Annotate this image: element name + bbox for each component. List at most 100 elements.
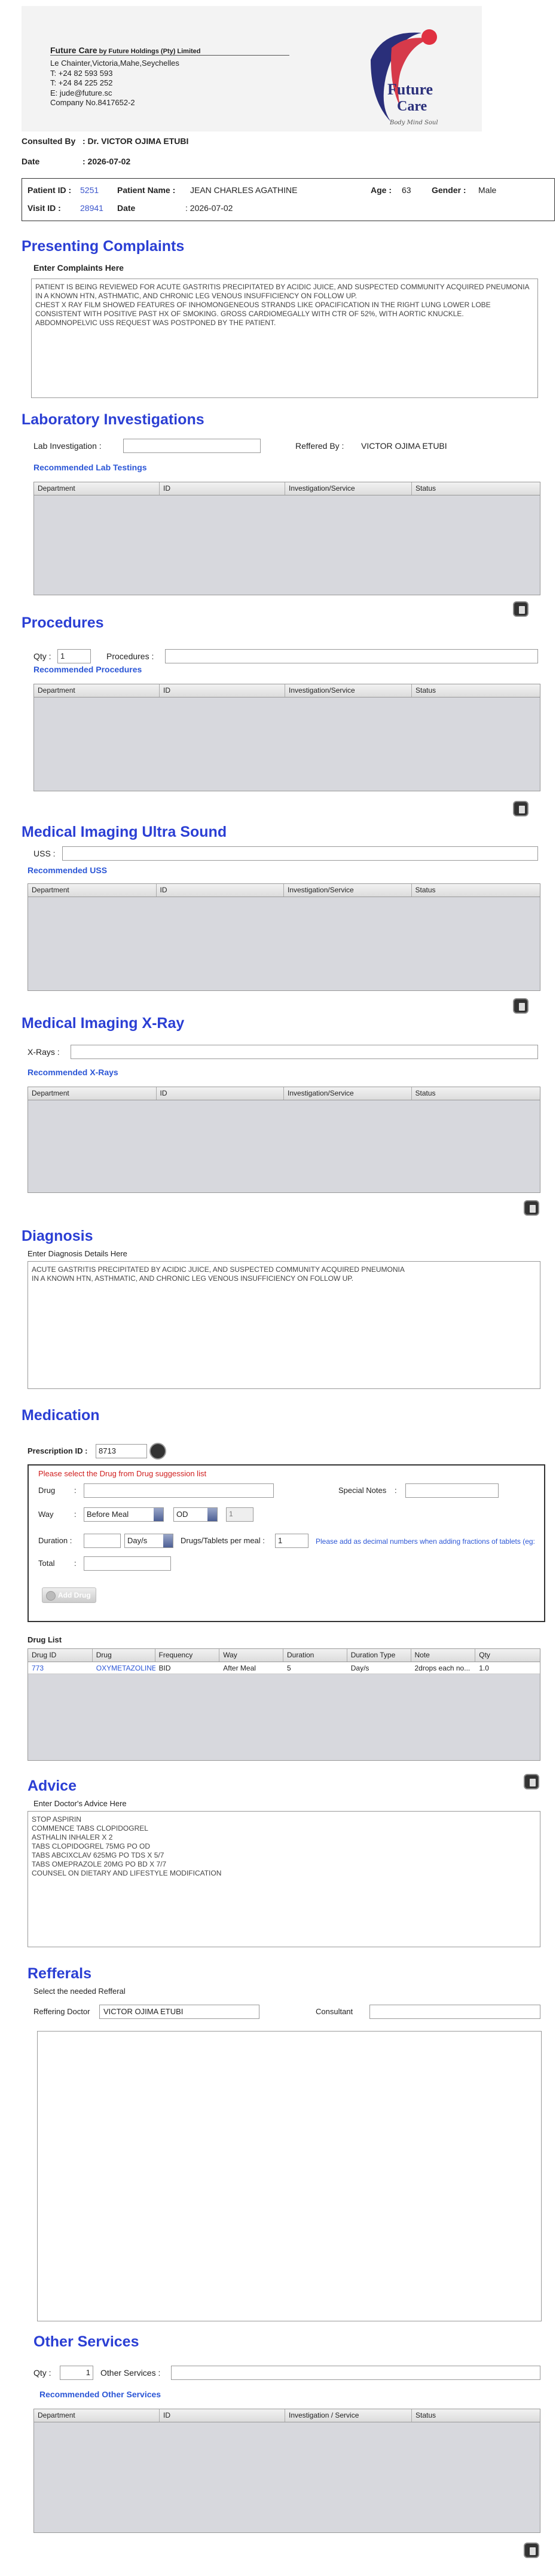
other-services-input[interactable] <box>171 2366 540 2380</box>
column-header[interactable]: Drug ID <box>28 1649 93 1662</box>
column-header[interactable]: Status <box>412 482 540 495</box>
add-drug-button[interactable]: Add Drug <box>42 1587 96 1603</box>
recommended-procedures-link[interactable]: Recommended Procedures <box>33 665 142 674</box>
column-header[interactable]: ID <box>160 684 285 697</box>
column-header[interactable]: Status <box>412 2409 540 2422</box>
gender-label: Gender : <box>432 185 466 195</box>
trash-icon[interactable] <box>524 1774 539 1789</box>
column-header[interactable]: ID <box>157 884 284 897</box>
complaints-textarea[interactable]: Patient is being reviewed for acute gast… <box>31 279 538 398</box>
procedures-input[interactable] <box>165 649 538 663</box>
xray-title: Medical Imaging X-Ray <box>22 1015 185 1032</box>
frequency-select[interactable]: OD <box>173 1507 218 1522</box>
svg-text:Future: Future <box>387 81 433 98</box>
drug-input[interactable] <box>84 1483 274 1498</box>
consultant-input[interactable] <box>369 2005 540 2019</box>
patient-name-label: Patient Name : <box>117 185 176 195</box>
drug-list-header: Drug ID Drug Frequency Way Duration Dura… <box>28 1649 540 1662</box>
procedures-qty-input[interactable]: 1 <box>57 649 91 663</box>
column-header[interactable]: Way <box>219 1649 283 1662</box>
per-meal-input[interactable]: 1 <box>275 1534 308 1548</box>
prescription-id-input[interactable]: 8713 <box>96 1444 147 1458</box>
column-header[interactable]: Status <box>412 1087 540 1100</box>
column-header[interactable]: Investigation / Service <box>285 2409 412 2422</box>
diagnosis-textarea[interactable]: Acute gastritis precipitated by acidic j… <box>28 1261 540 1389</box>
column-header[interactable]: Department <box>34 684 160 697</box>
column-header[interactable]: Investigation/Service <box>284 1087 412 1100</box>
trash-icon[interactable] <box>513 998 528 1014</box>
column-header[interactable]: Investigation/Service <box>284 884 412 897</box>
drug-id-cell[interactable]: 773 <box>28 1662 93 1674</box>
column-header[interactable]: Qty <box>475 1649 540 1662</box>
procedures-table-header: Department ID Investigation/Service Stat… <box>34 684 540 697</box>
column-header[interactable]: Status <box>412 884 540 897</box>
column-header[interactable]: Investigation/Service <box>285 482 412 495</box>
other-qty-input[interactable]: 1 <box>60 2366 93 2380</box>
column-header[interactable]: ID <box>160 482 285 495</box>
trash-icon[interactable] <box>524 1200 539 1216</box>
other-services-title: Other Services <box>33 2333 139 2350</box>
duration-input[interactable] <box>84 1534 121 1548</box>
trash-icon[interactable] <box>513 801 528 816</box>
way-cell: After Meal <box>223 1664 256 1672</box>
uss-input[interactable] <box>62 846 538 861</box>
age-label: Age : <box>371 185 392 195</box>
advice-textarea[interactable]: Stop aspirin Commence tabs clopidogrel a… <box>28 1811 540 1947</box>
xray-table: Department ID Investigation/Service Stat… <box>28 1087 540 1193</box>
patient-name-value: JEAN CHARLES AGATHINE <box>190 185 298 195</box>
column-header[interactable]: ID <box>160 2409 285 2422</box>
note-cell: 2drops each no... <box>414 1664 471 1672</box>
special-notes-colon: : <box>395 1486 397 1495</box>
refresh-icon[interactable] <box>149 1443 166 1460</box>
uss-table-header: Department ID Investigation/Service Stat… <box>28 884 540 897</box>
referrals-subtitle: Select the needed Refferal <box>33 1987 126 1996</box>
column-header[interactable]: Department <box>28 1087 157 1100</box>
lab-investigation-input[interactable] <box>123 439 261 453</box>
total-input[interactable] <box>84 1556 171 1571</box>
column-header[interactable]: Duration Type <box>347 1649 411 1662</box>
column-header[interactable]: Department <box>28 884 157 897</box>
frequency-cell: BID <box>158 1664 171 1672</box>
patient-id-value[interactable]: 5251 <box>80 185 99 195</box>
way-select[interactable]: Before Meal <box>84 1507 164 1522</box>
column-header[interactable]: Frequency <box>155 1649 220 1662</box>
recommended-xray-link[interactable]: Recommended X-Rays <box>28 1067 118 1077</box>
other-services-table: Department ID Investigation / Service St… <box>33 2409 540 2533</box>
column-header[interactable]: Department <box>34 2409 160 2422</box>
special-notes-label: Special Notes <box>338 1486 387 1495</box>
decimal-hint: Please add as decimal numbers when addin… <box>316 1537 535 1546</box>
consulted-by-label: Consulted By <box>22 136 76 146</box>
table-row[interactable]: 773 OXYMETAZOLINE BID After Meal 5 Day/s… <box>28 1662 540 1674</box>
lab-table: Department ID Investigation/Service Stat… <box>33 482 540 595</box>
drug-colon: : <box>74 1486 77 1495</box>
special-notes-input[interactable] <box>405 1483 499 1498</box>
visit-id-value[interactable]: 28941 <box>80 203 103 213</box>
column-header[interactable]: Investigation/Service <box>285 684 412 697</box>
consulted-by-value: : Dr. VICTOR OJIMA ETUBI <box>83 136 189 146</box>
referring-doctor-input[interactable]: VICTOR OJIMA ETUBI <box>99 2005 259 2019</box>
recommended-other-link[interactable]: Recommended Other Services <box>39 2390 161 2399</box>
per-meal-label: Drugs/Tablets per meal : <box>181 1536 265 1545</box>
trash-icon[interactable] <box>513 601 528 617</box>
referral-letter-area[interactable] <box>37 2031 542 2321</box>
duration-unit-select[interactable]: Day/s <box>124 1534 173 1548</box>
column-header[interactable]: Drug <box>93 1649 155 1662</box>
column-header[interactable]: Department <box>34 482 160 495</box>
date-label: Date <box>22 157 40 166</box>
svg-text:Body Mind Soul: Body Mind Soul <box>389 120 438 126</box>
duration-type-cell: Day/s <box>350 1664 369 1672</box>
way-label: Way <box>38 1510 54 1519</box>
xray-input[interactable] <box>71 1045 538 1059</box>
trash-icon[interactable] <box>524 2543 539 2558</box>
recommended-lab-link[interactable]: Recommended Lab Testings <box>33 463 147 472</box>
column-header[interactable]: Status <box>412 684 540 697</box>
recommended-uss-link[interactable]: Recommended USS <box>28 865 107 875</box>
duration-label: Duration : <box>38 1536 72 1545</box>
column-header[interactable]: Duration <box>283 1649 347 1662</box>
drug-list-title: Drug List <box>28 1635 62 1644</box>
visit-date-value: : 2026-07-02 <box>185 203 233 213</box>
column-header[interactable]: Note <box>411 1649 476 1662</box>
other-qty-label: Qty : <box>33 2368 51 2378</box>
column-header[interactable]: ID <box>157 1087 284 1100</box>
drug-name-cell[interactable]: OXYMETAZOLINE <box>93 1662 155 1674</box>
